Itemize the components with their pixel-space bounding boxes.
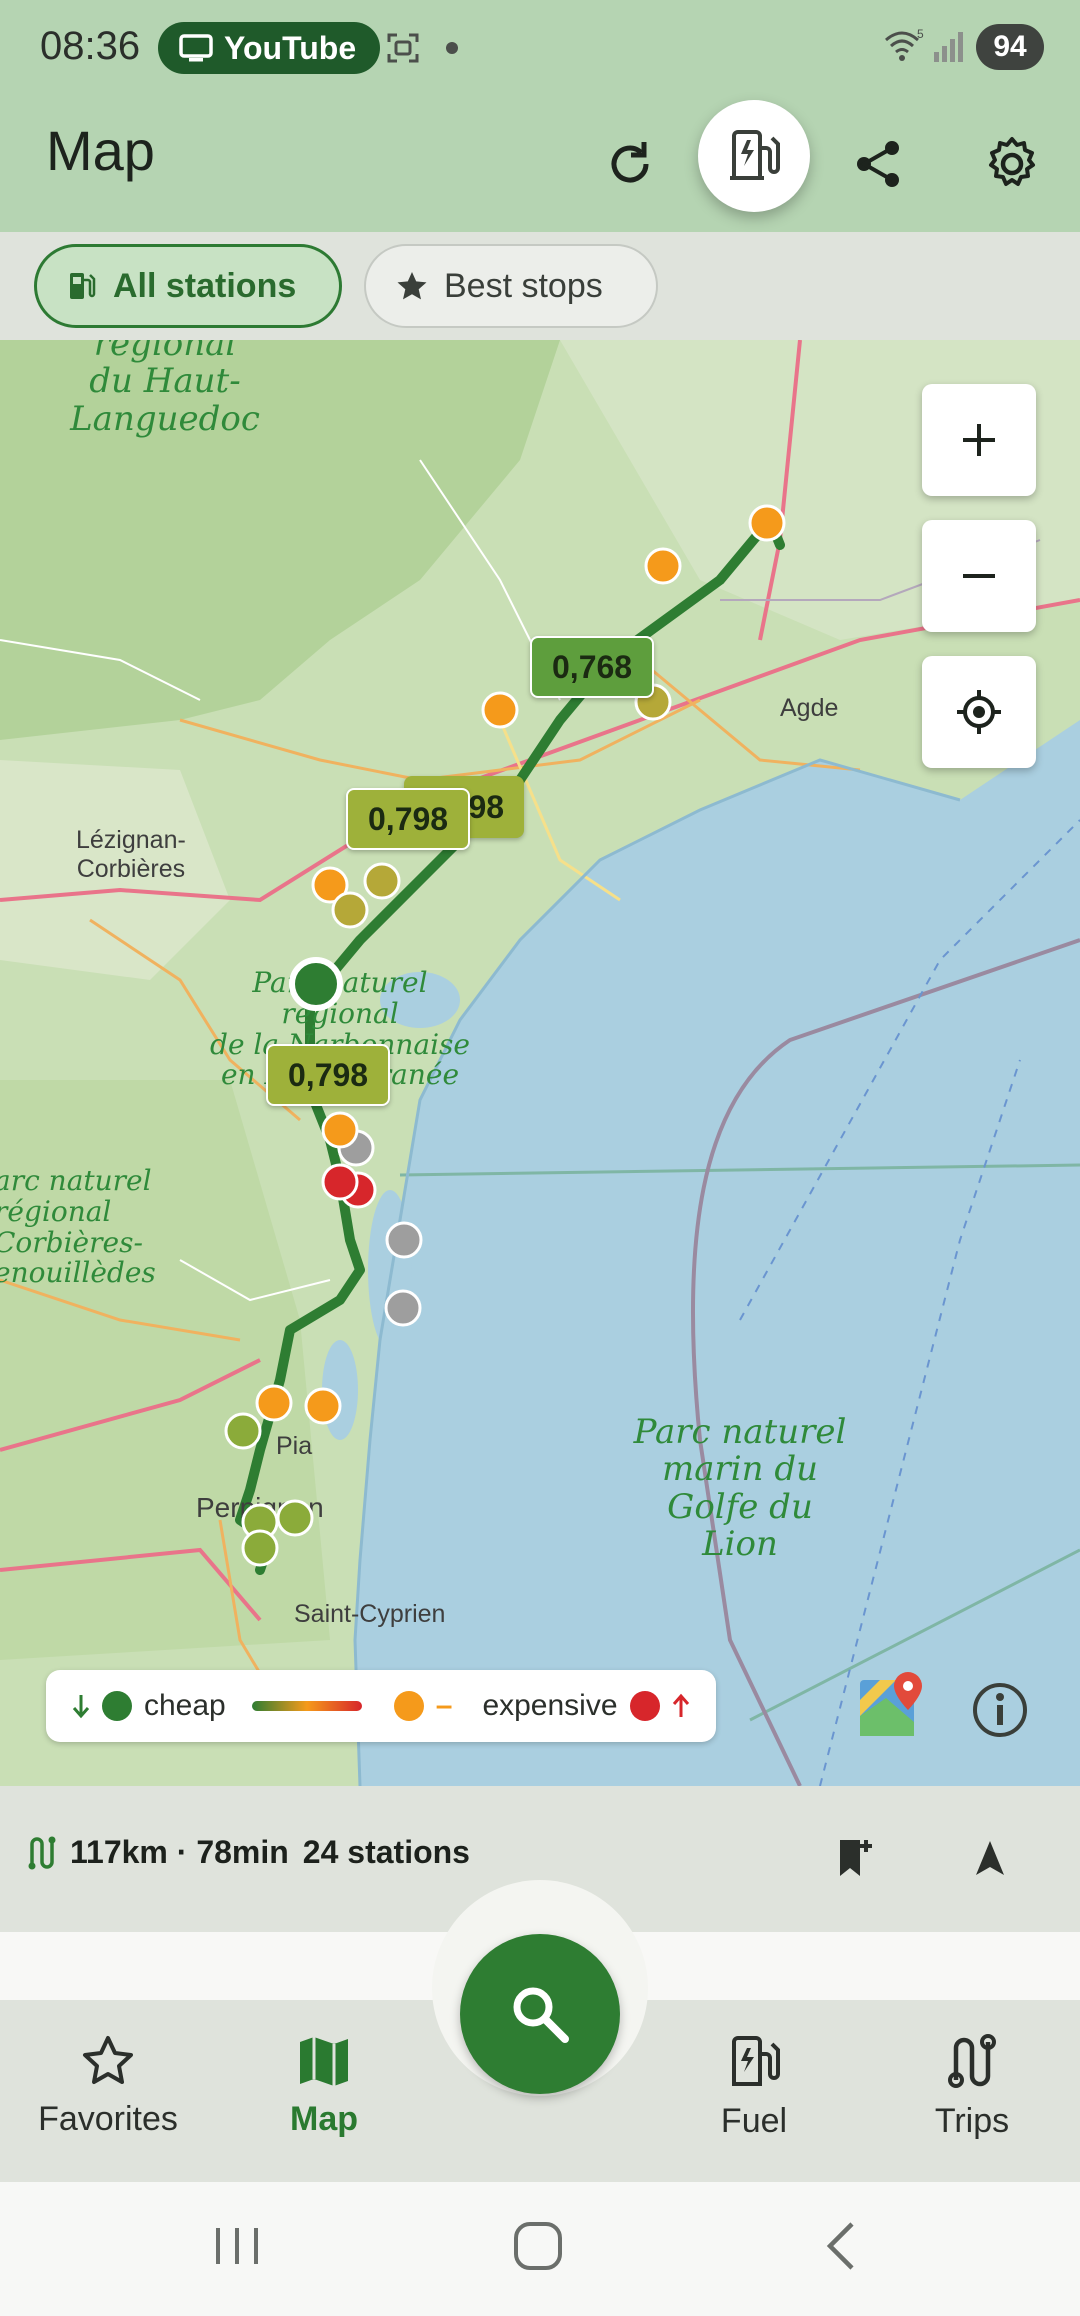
station-marker [644, 547, 682, 585]
all-stations-chip[interactable]: All stations [34, 244, 342, 328]
current-location-marker [289, 957, 343, 1011]
filter-bar: All stations Best stops [0, 232, 1080, 340]
nav-trips-label: Trips [934, 2102, 1010, 2140]
map-icon [300, 2037, 348, 2086]
screen-cast-icon [179, 34, 213, 62]
zoom-in-button[interactable] [922, 384, 1036, 496]
trip-summary: 117km · 78min 24 stations [26, 1834, 470, 1871]
back-icon[interactable] [820, 2218, 864, 2274]
price-tag[interactable]: 0,768 [530, 636, 655, 698]
settings-button[interactable] [972, 124, 1052, 204]
refresh-icon [611, 142, 649, 183]
gear-icon [989, 137, 1035, 186]
best-stops-label: Best stops [444, 266, 603, 305]
wifi-icon: 5 [885, 28, 924, 61]
navigation-arrow-icon [976, 1841, 1004, 1875]
price-tag-label: 98 [468, 788, 505, 825]
save-trip-button[interactable] [822, 1826, 886, 1890]
battery-indicator: 94 [976, 24, 1044, 70]
station-marker [481, 691, 519, 729]
route-icon [948, 2034, 996, 2088]
station-marker [276, 1499, 314, 1537]
price-tag-label: 0,798 [288, 1056, 369, 1093]
price-tag[interactable]: 0,798 [266, 1044, 391, 1106]
locate-icon [957, 690, 1001, 734]
share-button[interactable] [838, 124, 918, 204]
open-in-maps-icon[interactable] [856, 1670, 928, 1742]
price-tag-label: 0,768 [552, 648, 633, 685]
legend-expensive-label: expensive [482, 1689, 618, 1722]
station-marker [363, 862, 401, 900]
svg-text:5: 5 [917, 28, 924, 41]
page-title: Map [46, 119, 155, 182]
arrow-up-icon [672, 1693, 689, 1717]
locate-button[interactable] [922, 656, 1036, 768]
fuel-ev-icon [732, 2036, 780, 2086]
station-marker [321, 1111, 359, 1149]
price-tag[interactable]: 0,798 [346, 788, 471, 850]
map-view[interactable]: régional du Haut- Languedoc Parc naturel… [0, 340, 1080, 1786]
notification-dot [446, 42, 458, 54]
station-markers [224, 504, 786, 1567]
trip-distance-duration: 117km · 78min [70, 1834, 289, 1870]
station-marker [748, 504, 786, 542]
legend-gradient [251, 1701, 362, 1711]
refresh-button[interactable] [590, 124, 670, 204]
station-marker [331, 891, 369, 929]
minus-icon [963, 574, 995, 578]
youtube-label: YouTube [224, 29, 357, 66]
share-icon [857, 141, 899, 187]
all-stations-label: All stations [113, 266, 297, 305]
station-marker [224, 1412, 262, 1450]
nav-favorites[interactable]: Favorites [8, 2034, 208, 2139]
legend-cheap-label: cheap [144, 1689, 226, 1722]
status-bar: 08:36 YouTube 5 94 [0, 0, 1080, 96]
zoom-out-button[interactable] [922, 520, 1036, 632]
best-stops-chip[interactable]: Best stops [364, 244, 658, 328]
bookmark-add-icon [840, 1840, 872, 1876]
station-marker [241, 1529, 279, 1567]
price-tag-label: 0,798 [368, 800, 449, 837]
legend-dash: – [435, 1689, 453, 1722]
home-icon[interactable] [512, 2218, 564, 2274]
station-marker [321, 1163, 359, 1201]
arrow-down-icon [72, 1695, 90, 1719]
station-marker [385, 1221, 423, 1259]
station-marker [384, 1289, 422, 1327]
price-legend: cheap – expensive [46, 1670, 716, 1742]
app-bar: Map [0, 96, 1080, 232]
recent-apps-icon[interactable] [212, 2218, 262, 2274]
navigate-button[interactable] [958, 1826, 1022, 1890]
mid-dot [393, 1691, 424, 1721]
status-time: 08:36 [40, 24, 141, 68]
route-icon [28, 1836, 56, 1869]
nav-map[interactable]: Map [224, 2034, 424, 2139]
nav-favorites-label: Favorites [38, 2100, 178, 2138]
system-navigation-bar [0, 2182, 1080, 2316]
nav-fuel-label: Fuel [720, 2102, 788, 2140]
search-fab[interactable] [460, 1934, 620, 2094]
signal-icon [934, 32, 963, 62]
station-marker [255, 1384, 293, 1422]
cheap-dot [102, 1691, 132, 1721]
star-icon [397, 272, 427, 300]
nav-map-label: Map [290, 2100, 358, 2138]
expensive-dot [629, 1691, 660, 1721]
nav-fuel[interactable]: Fuel [654, 2034, 854, 2141]
station-marker [304, 1387, 342, 1425]
nav-trips[interactable]: Trips [872, 2034, 1072, 2141]
plus-icon [963, 424, 995, 456]
screenshot-icon [387, 33, 419, 63]
star-outline-icon [83, 2036, 133, 2084]
info-icon[interactable] [970, 1680, 1030, 1740]
fuel-pump-icon [70, 273, 96, 299]
fuel-type-toggle-button[interactable] [698, 100, 810, 212]
youtube-status-pill: YouTube [158, 22, 381, 74]
fuel-ev-icon [730, 130, 780, 180]
trip-station-count: 24 stations [302, 1834, 470, 1870]
search-icon [513, 1987, 569, 2043]
